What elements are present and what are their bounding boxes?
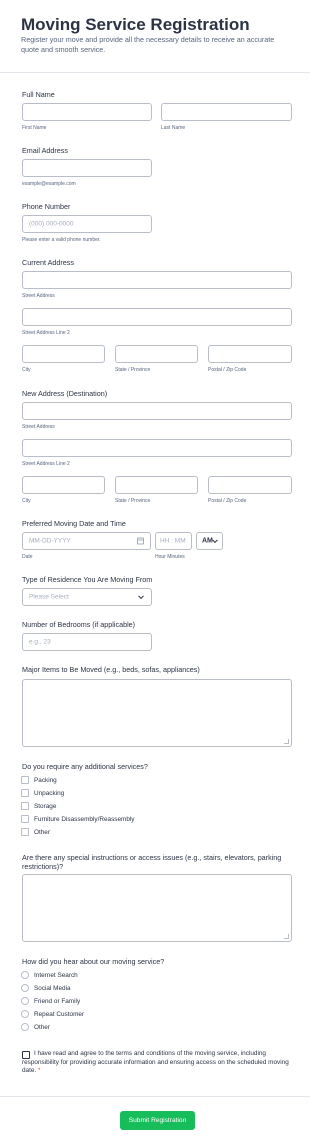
footer-divider xyxy=(0,1096,310,1097)
form-title: Moving Service Registration xyxy=(21,15,250,34)
current-state-input[interactable] xyxy=(115,345,198,363)
current-street2-sublabel: Street Address Line 2 xyxy=(22,330,70,336)
email-input[interactable] xyxy=(22,159,152,177)
phone-label: Phone Number xyxy=(22,202,71,211)
current-zip-input[interactable] xyxy=(208,345,292,363)
date-sublabel: Date xyxy=(22,554,33,560)
checkbox-icon[interactable] xyxy=(21,802,29,810)
instructions-textarea[interactable] xyxy=(22,874,292,942)
date-placeholder: MM-DD-YYYY xyxy=(29,537,71,545)
current-street-input[interactable] xyxy=(22,271,292,289)
current-zip-sublabel: Postal / Zip Code xyxy=(208,367,247,373)
resize-handle-icon[interactable] xyxy=(284,739,289,744)
last-name-input[interactable] xyxy=(161,103,292,121)
chevron-down-icon xyxy=(138,593,144,600)
chevron-down-icon xyxy=(212,537,218,544)
new-city-sublabel: City xyxy=(22,498,31,504)
email-sublabel: example@example.com xyxy=(22,181,76,187)
referral-option-social[interactable]: Social Media xyxy=(21,983,71,993)
referral-option-repeat[interactable]: Repeat Customer xyxy=(21,1009,84,1019)
header-divider xyxy=(0,72,310,73)
service-option-storage[interactable]: Storage xyxy=(21,801,56,811)
instructions-label: Are there any special instructions or ac… xyxy=(22,853,282,871)
residence-placeholder: Please Select xyxy=(29,593,69,601)
services-label: Do you require any additional services? xyxy=(22,762,148,771)
email-label: Email Address xyxy=(22,146,68,155)
new-street2-input[interactable] xyxy=(22,439,292,457)
radio-icon[interactable] xyxy=(21,997,29,1005)
ampm-value: AM xyxy=(202,537,213,545)
first-name-sublabel: First Name xyxy=(22,125,47,131)
current-city-input[interactable] xyxy=(22,345,105,363)
first-name-input[interactable] xyxy=(22,103,152,121)
bedrooms-placeholder: e.g., 23 xyxy=(29,638,51,646)
calendar-icon[interactable] xyxy=(137,537,144,545)
new-zip-input[interactable] xyxy=(208,476,292,494)
current-street2-input[interactable] xyxy=(22,308,292,326)
radio-icon[interactable] xyxy=(21,971,29,979)
current-street-sublabel: Street Address xyxy=(22,293,55,299)
current-address-label: Current Address xyxy=(22,258,74,267)
checkbox-icon[interactable] xyxy=(21,815,29,823)
time-sublabel: Hour Minutes xyxy=(155,554,185,560)
new-city-input[interactable] xyxy=(22,476,105,494)
items-textarea[interactable] xyxy=(22,679,292,747)
service-option-unpacking[interactable]: Unpacking xyxy=(21,788,64,798)
new-state-input[interactable] xyxy=(115,476,198,494)
items-label: Major Items to Be Moved (e.g., beds, sof… xyxy=(22,665,200,674)
residence-select[interactable]: Please Select xyxy=(22,588,152,606)
time-placeholder: HH : MM xyxy=(160,537,186,545)
required-mark: * xyxy=(38,1067,41,1074)
form-description: Register your move and provide all the n… xyxy=(21,35,275,54)
submit-button[interactable]: Submit Registration xyxy=(120,1111,195,1130)
new-street2-sublabel: Street Address Line 2 xyxy=(22,461,70,467)
terms-label: I have read and agree to the terms and c… xyxy=(22,1050,289,1074)
moving-date-label: Preferred Moving Date and Time xyxy=(22,519,126,528)
referral-option-internet[interactable]: Internet Search xyxy=(21,970,78,980)
service-option-furniture[interactable]: Furniture Disassembly/Reassembly xyxy=(21,814,135,824)
full-name-label: Full Name xyxy=(22,90,55,99)
referral-option-other[interactable]: Other xyxy=(21,1022,50,1032)
bedrooms-label: Number of Bedrooms (if applicable) xyxy=(22,620,136,629)
new-address-label: New Address (Destination) xyxy=(22,389,108,398)
new-street-input[interactable] xyxy=(22,402,292,420)
moving-date-input[interactable]: MM-DD-YYYY xyxy=(22,532,151,550)
new-zip-sublabel: Postal / Zip Code xyxy=(208,498,247,504)
new-street-sublabel: Street Address xyxy=(22,424,55,430)
checkbox-icon[interactable] xyxy=(21,776,29,784)
resize-handle-icon[interactable] xyxy=(284,934,289,939)
terms-text: I have read and agree to the terms and c… xyxy=(22,1050,292,1076)
phone-input[interactable]: (000) 000-0000 xyxy=(22,215,152,233)
phone-placeholder: (000) 000-0000 xyxy=(29,220,74,228)
radio-icon[interactable] xyxy=(21,984,29,992)
radio-icon[interactable] xyxy=(21,1023,29,1031)
new-state-sublabel: State / Province xyxy=(115,498,151,504)
current-city-sublabel: City xyxy=(22,367,31,373)
referral-option-friend[interactable]: Friend or Family xyxy=(21,996,80,1006)
residence-label: Type of Residence You Are Moving From xyxy=(22,575,153,584)
radio-icon[interactable] xyxy=(21,1010,29,1018)
service-option-packing[interactable]: Packing xyxy=(21,775,57,785)
last-name-sublabel: Last Name xyxy=(161,125,186,131)
service-option-other[interactable]: Other xyxy=(21,827,50,837)
referral-label: How did you hear about our moving servic… xyxy=(22,957,165,966)
checkbox-icon[interactable] xyxy=(21,789,29,797)
moving-time-input[interactable]: HH : MM xyxy=(155,532,192,550)
phone-sublabel: Please enter a valid phone number. xyxy=(22,237,101,243)
bedrooms-input[interactable]: e.g., 23 xyxy=(22,633,152,651)
current-state-sublabel: State / Province xyxy=(115,367,151,373)
checkbox-icon[interactable] xyxy=(21,828,29,836)
ampm-select[interactable]: AM xyxy=(196,532,223,550)
